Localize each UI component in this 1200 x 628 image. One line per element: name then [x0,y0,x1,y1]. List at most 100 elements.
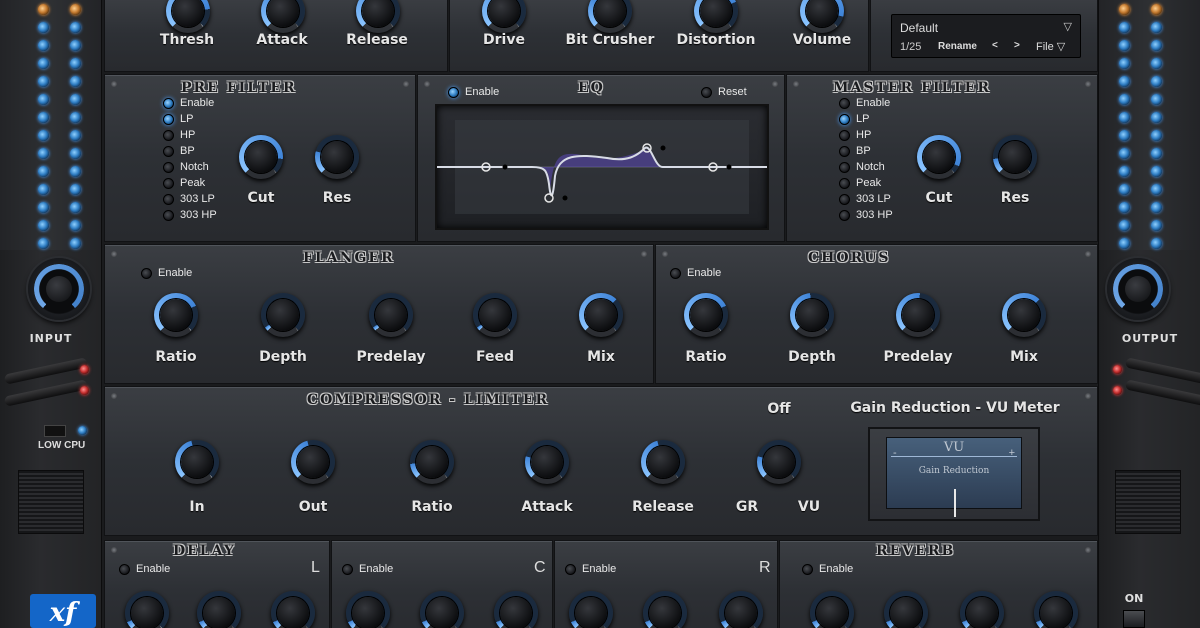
pre-filter-option-radio[interactable] [163,161,174,173]
chorus-mix-knob[interactable] [994,285,1054,345]
next-preset-button[interactable]: > [1014,40,1020,51]
reverb-knob-1[interactable] [802,583,862,628]
delay-r-enable-radio[interactable] [565,563,576,575]
reverb-knob-4[interactable] [1026,583,1086,628]
master-filter-option-radio[interactable] [839,129,850,141]
eq-enable-toggle[interactable]: Enable [448,86,499,98]
input-led [70,22,81,33]
pre-filter-option[interactable]: HP [163,129,195,141]
master-filter-option-radio[interactable] [839,97,850,109]
master-filter-option-radio[interactable] [839,209,850,221]
pre-filter-option[interactable]: 303 HP [163,209,217,221]
output-led [1119,58,1130,69]
pre-filter-option-radio[interactable] [163,97,174,109]
preset-name[interactable]: Default [900,21,938,35]
eq-enable-radio[interactable] [448,86,459,98]
master-filter-option-radio[interactable] [839,113,850,125]
input-clip-led [80,386,89,395]
input-led [38,76,49,87]
delay-r-knob-2[interactable] [635,583,695,628]
delay-r-enable-label: Enable [582,563,617,575]
master-filter-option-radio[interactable] [839,145,850,157]
flanger-mix-knob[interactable] [571,285,631,345]
master-filter-option-radio[interactable] [839,193,850,205]
preset-dropdown-icon[interactable]: ▽ [1064,20,1072,33]
comp-attack-knob[interactable] [517,432,577,492]
chorus-predelay-knob[interactable] [888,285,948,345]
reverb-knob-2[interactable] [876,583,936,628]
output-led [1119,22,1130,33]
master-filter-option[interactable]: BP [839,145,871,157]
master-filter-option-radio[interactable] [839,161,850,173]
flanger-enable-toggle[interactable]: Enable [141,267,192,279]
delay-c-knob-1[interactable] [338,583,398,628]
delay-c-knob-3[interactable] [486,583,546,628]
comp-mode-knob[interactable] [749,432,809,492]
delay-r-knob-1[interactable] [561,583,621,628]
pre-filter-option-radio[interactable] [163,177,174,189]
delay-c-enable-toggle[interactable]: Enable [342,563,393,575]
output-led [1119,220,1130,231]
chorus-ratio-knob[interactable] [676,285,736,345]
flanger-depth-knob[interactable] [253,285,313,345]
reverb-enable-toggle[interactable]: Enable [802,563,853,575]
eq-display[interactable] [435,104,769,230]
master-filter-option[interactable]: Notch [839,161,885,173]
input-cable [3,379,89,407]
master-filter-option[interactable]: 303 HP [839,209,893,221]
flanger-enable-radio[interactable] [141,267,152,279]
flanger-predelay-knob[interactable] [361,285,421,345]
pre-filter-option[interactable]: Notch [163,161,209,173]
flanger-feed-knob[interactable] [465,285,525,345]
master-filter-option[interactable]: Enable [839,97,890,109]
comp-ratio-knob[interactable] [402,432,462,492]
eq-reset-button[interactable]: Reset [701,86,747,98]
rename-button[interactable]: Rename [938,41,977,52]
master-res-knob[interactable] [985,127,1045,187]
pre-filter-option[interactable]: LP [163,113,193,125]
reverb-knob-3[interactable] [952,583,1012,628]
pre-filter-option-radio[interactable] [163,113,174,125]
master-filter-option[interactable]: LP [839,113,869,125]
master-cut-knob[interactable] [909,127,969,187]
delay-r-enable-toggle[interactable]: Enable [565,563,616,575]
pre-filter-option-radio[interactable] [163,129,174,141]
pre-filter-option[interactable]: Enable [163,97,214,109]
power-switch[interactable] [1123,610,1145,628]
delay-l-knob-3[interactable] [263,583,323,628]
eq-reset-radio[interactable] [701,86,712,98]
chorus-enable-toggle[interactable]: Enable [670,267,721,279]
delay-l-knob-2[interactable] [189,583,249,628]
delay-l-knob-1[interactable] [117,583,177,628]
vu-face-subtitle: Gain Reduction [918,466,990,476]
pre-filter-option[interactable]: BP [163,145,195,157]
output-gain-knob[interactable] [1107,258,1169,320]
delay-l-enable-toggle[interactable]: Enable [119,563,170,575]
pre-filter-option[interactable]: Peak [163,177,205,189]
master-filter-option[interactable]: Peak [839,177,881,189]
comp-out-knob[interactable] [283,432,343,492]
chorus-predelay-label: Predelay [883,349,953,365]
distortion-panel: Drive Bit Crusher Distortion Volume [449,0,869,72]
file-menu[interactable]: File ▽ [1036,40,1065,53]
low-cpu-switch[interactable] [44,425,66,437]
delay-c-enable-radio[interactable] [342,563,353,575]
pre-filter-option-radio[interactable] [163,145,174,157]
pre-filter-option-radio[interactable] [163,193,174,205]
pre-filter-option-radio[interactable] [163,209,174,221]
prev-preset-button[interactable]: < [992,40,998,51]
reverb-enable-radio[interactable] [802,563,813,575]
pre-cut-knob[interactable] [231,127,291,187]
chorus-depth-knob[interactable] [782,285,842,345]
delay-c-knob-2[interactable] [412,583,472,628]
pre-res-knob[interactable] [307,127,367,187]
flanger-ratio-knob[interactable] [146,285,206,345]
chorus-enable-radio[interactable] [670,267,681,279]
comp-release-knob[interactable] [633,432,693,492]
delay-r-knob-3[interactable] [711,583,771,628]
master-filter-option[interactable]: HP [839,129,871,141]
input-gain-knob[interactable] [28,258,90,320]
comp-in-knob[interactable] [167,432,227,492]
delay-l-enable-radio[interactable] [119,563,130,575]
master-filter-option-radio[interactable] [839,177,850,189]
